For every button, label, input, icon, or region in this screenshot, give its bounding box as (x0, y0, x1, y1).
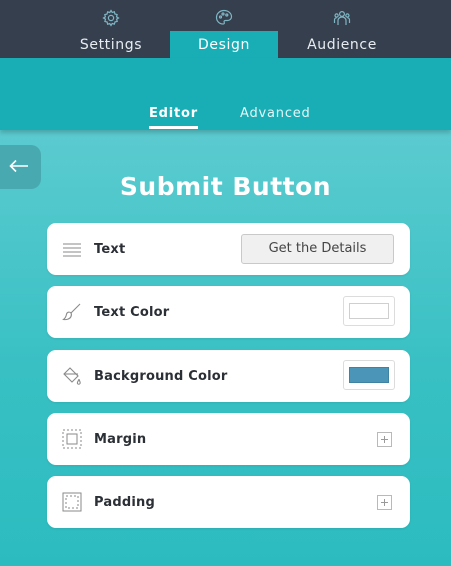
padding-row-label: Padding (94, 495, 155, 510)
background-color-preview (349, 367, 389, 383)
padding-expand-icon[interactable] (377, 495, 392, 510)
paint-bucket-icon (63, 367, 81, 385)
margin-row-label: Margin (94, 432, 147, 447)
text-row: Text Get the Details (47, 223, 410, 275)
tab-design-label: Design (198, 37, 250, 53)
editor-panel: Submit Button Text Get the Details Text … (0, 130, 451, 566)
text-color-row-label: Text Color (94, 305, 170, 320)
tab-settings[interactable]: Settings (55, 0, 167, 58)
background-color-row-label: Background Color (94, 369, 228, 384)
margin-row[interactable]: Margin (47, 413, 410, 465)
text-lines-icon (63, 243, 81, 257)
text-color-row: Text Color (47, 286, 410, 338)
gear-icon (102, 9, 120, 27)
margin-expand-icon[interactable] (377, 432, 392, 447)
text-row-label: Text (94, 242, 126, 257)
subtab-advanced[interactable]: Advanced (240, 106, 311, 121)
text-color-preview (349, 303, 389, 319)
page-title: Submit Button (119, 172, 332, 201)
tab-settings-label: Settings (79, 37, 143, 53)
editor-subheader: Editor Advanced (0, 58, 451, 130)
background-color-swatch[interactable] (343, 360, 395, 390)
tab-audience[interactable]: Audience (286, 0, 398, 58)
brush-icon (62, 303, 81, 321)
people-icon (333, 10, 351, 25)
subtab-editor[interactable]: Editor (149, 106, 198, 129)
margin-box-icon (62, 429, 82, 449)
padding-box-icon (62, 492, 82, 512)
button-text-input[interactable]: Get the Details (241, 234, 394, 264)
text-color-swatch[interactable] (343, 296, 395, 326)
top-tab-bar: Settings Design Audience (0, 0, 451, 58)
padding-row[interactable]: Padding (47, 476, 410, 528)
background-color-row: Background Color (47, 350, 410, 402)
tab-audience-label: Audience (307, 37, 377, 53)
palette-icon (215, 9, 233, 25)
tab-design[interactable]: Design (170, 31, 278, 58)
arrow-left-icon (9, 159, 28, 173)
